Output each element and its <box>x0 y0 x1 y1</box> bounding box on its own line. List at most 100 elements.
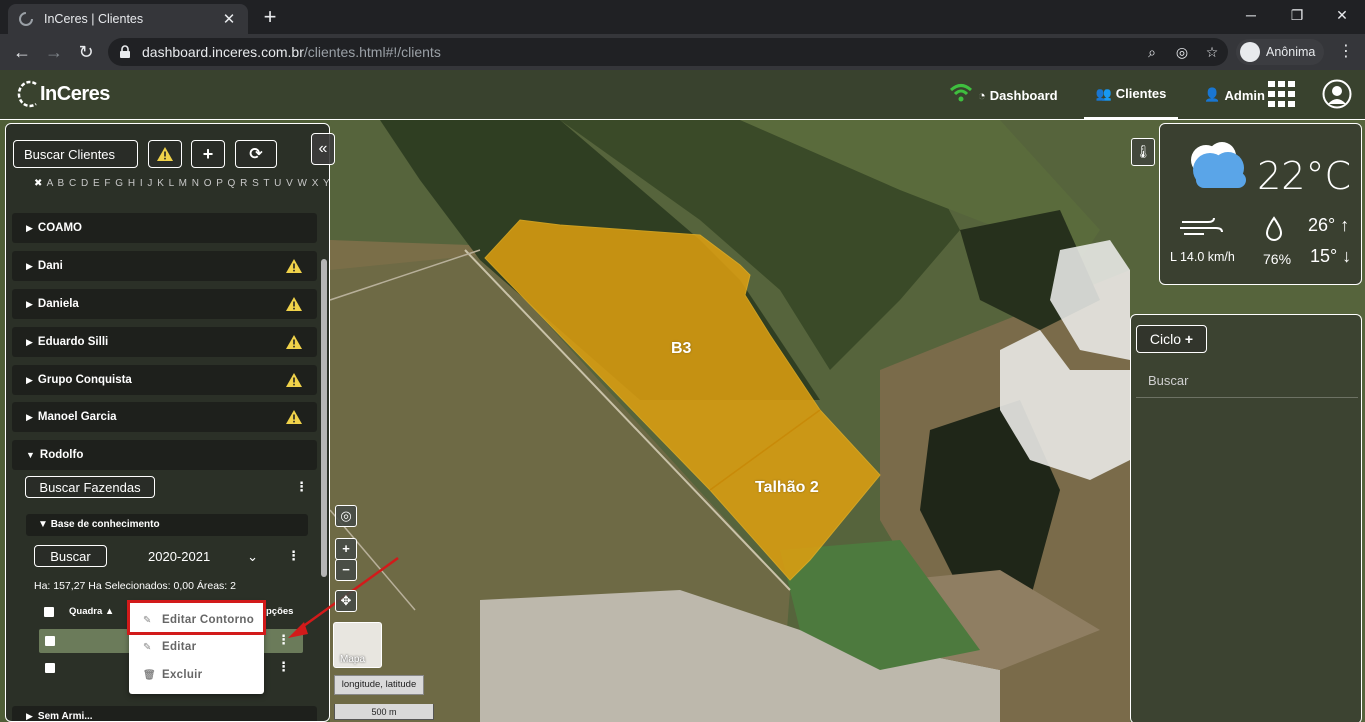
menu-delete[interactable]: 🗑 Excluir <box>129 662 264 688</box>
search-farms-input[interactable]: Buscar Fazendas <box>25 476 155 498</box>
caret-down-icon: ▼ <box>26 450 35 460</box>
humidity-icon <box>1265 216 1283 241</box>
menu-edit[interactable]: ✎ Editar <box>129 634 264 660</box>
season-select[interactable]: 2020-2021 ⌄ <box>148 549 258 569</box>
nav-dashboard[interactable]: ◔ Dashboard <box>978 70 1058 120</box>
forward-icon[interactable]: → <box>42 40 66 64</box>
warning-filter-button[interactable] <box>148 140 182 168</box>
client-item[interactable]: ▶ Manoel Garcia <box>12 402 317 432</box>
clear-filter-icon[interactable]: ✖ <box>34 178 43 189</box>
app-logo[interactable]: InCeres <box>16 79 110 109</box>
refresh-icon: ⟳ <box>249 146 263 163</box>
warning-icon <box>157 147 173 161</box>
app-page: InCeres ◔ Dashboard 👥 Clientes 👤 Admin Busc… <box>0 70 1365 722</box>
url-path: /clientes.html#!/clients <box>303 44 441 60</box>
caret-down-icon: ▼ <box>38 519 51 530</box>
zoom-out-button[interactable]: − <box>335 559 357 581</box>
restore-icon[interactable]: ❐ <box>1274 0 1320 30</box>
profile-button[interactable]: Anônima <box>1236 39 1324 65</box>
back-icon[interactable]: ← <box>10 40 34 64</box>
caret-right-icon: ▶ <box>26 222 33 233</box>
row-checkbox[interactable] <box>45 663 55 673</box>
tracking-blocked-icon[interactable]: ◎ <box>1174 44 1190 60</box>
nav-admin[interactable]: 👤 Admin <box>1204 70 1265 120</box>
field-label-b3[interactable]: B3 <box>671 340 691 358</box>
new-tab-icon[interactable]: + <box>258 5 282 29</box>
wind-speed: L 14.0 km/h <box>1170 250 1235 264</box>
weather-widget: 22°C L 14.0 km/h 76% 26° ↑ 15° ↓ <box>1159 123 1362 285</box>
panel-scrollbar[interactable] <box>321 259 327 577</box>
alphabet-letters[interactable]: A B C D E F G H I J K L M N O P Q R S T … <box>47 178 329 189</box>
menu-delete-label: Excluir <box>162 669 203 681</box>
plus-icon: + <box>202 143 214 164</box>
minimize-icon[interactable]: ─ <box>1228 0 1274 30</box>
humidity: 76% <box>1263 251 1292 267</box>
compass-icon[interactable]: ◎ <box>335 505 357 527</box>
basemap-label: Mapa <box>340 654 366 665</box>
browser-tab[interactable]: InCeres | Clientes ✕ <box>8 4 248 34</box>
browser-menu-icon[interactable]: ⋮ <box>1338 40 1354 64</box>
reload-icon[interactable]: ↻ <box>74 40 98 64</box>
incognito-icon <box>1240 42 1260 62</box>
search-button[interactable]: Buscar <box>34 545 107 567</box>
double-chevron-left-icon: « <box>318 140 328 157</box>
zoom-in-button[interactable]: + <box>335 538 357 560</box>
collapse-panel-button[interactable]: « <box>311 133 335 165</box>
plus-icon: + <box>1184 331 1194 347</box>
search-clients-input[interactable]: Buscar Clientes <box>13 140 138 168</box>
add-cycle-label: Ciclo <box>1149 331 1182 347</box>
refresh-button[interactable]: ⟳ <box>235 140 277 168</box>
tab-title: InCeres | Clientes <box>44 12 144 26</box>
pan-icon[interactable]: ✥ <box>335 590 357 612</box>
row-options-icon[interactable]: ⋮ <box>277 659 290 675</box>
caret-right-icon: ▶ <box>26 298 33 309</box>
zoom-icon[interactable]: ⌕ <box>1144 44 1160 60</box>
nav-clientes[interactable]: 👥 Clientes <box>1083 70 1179 120</box>
field-label-talhao2[interactable]: Talhão 2 <box>755 479 819 497</box>
select-all-checkbox[interactable] <box>44 607 54 617</box>
client-item[interactable]: ▶ COAMO <box>12 213 317 243</box>
bookmark-star-icon[interactable]: ☆ <box>1204 44 1220 60</box>
caret-right-icon: ▶ <box>26 710 33 721</box>
thermometer-icon[interactable]: 🌡 <box>1131 138 1155 166</box>
client-item[interactable]: ▶ Grupo Conquista <box>12 365 317 395</box>
farm-name: Base de conhecimento <box>50 519 160 530</box>
trash-icon: 🗑 <box>143 669 156 681</box>
basemap-toggle[interactable]: Mapa <box>333 622 382 668</box>
add-client-button[interactable]: + <box>191 140 225 168</box>
lock-icon <box>120 45 130 58</box>
coordinates-display: longitude, latitude <box>334 675 424 695</box>
min-temp: 15° ↓ <box>1310 246 1351 267</box>
client-item[interactable]: ▶ Eduardo Silli <box>12 327 317 357</box>
farms-options-icon[interactable]: ⋮ <box>295 479 308 495</box>
browser-toolbar: ← → ↻ dashboard.inceres.com.br/clientes.… <box>0 34 1365 70</box>
cycle-search-input[interactable]: Buscar <box>1136 364 1358 398</box>
client-item-partial[interactable]: ▶ Sem Armi... <box>12 706 317 721</box>
cloudy-icon <box>1191 142 1246 188</box>
row-checkbox[interactable] <box>45 636 55 646</box>
client-item-expanded[interactable]: ▼ Rodolfo <box>12 440 317 470</box>
client-name: Rodolfo <box>39 449 84 461</box>
nav-dashboard-label: Dashboard <box>989 87 1058 103</box>
apps-grid-icon[interactable] <box>1268 81 1296 107</box>
col-quadra[interactable]: Quadra ▲ <box>69 606 114 617</box>
alphabet-filter[interactable]: ✖ A B C D E F G H I J K L M N O P Q R S … <box>34 178 329 189</box>
farm-header[interactable]: ▼ Base de conhecimento <box>26 514 308 536</box>
add-cycle-button[interactable]: Ciclo + <box>1136 325 1207 353</box>
nav-links: ◔ Dashboard 👥 Clientes 👤 Admin <box>952 70 1265 120</box>
user-plus-icon: 👤 <box>1204 87 1221 102</box>
client-item[interactable]: ▶ Daniela <box>12 289 317 319</box>
arrow-down-icon: ↓ <box>1342 246 1352 266</box>
tab-close-icon[interactable]: ✕ <box>220 10 238 28</box>
address-bar[interactable]: dashboard.inceres.com.br/clientes.html#!… <box>108 38 1228 66</box>
chevron-down-icon: ⌄ <box>247 549 258 564</box>
caret-right-icon: ▶ <box>26 336 33 347</box>
min-temp-value: 15° <box>1310 246 1338 266</box>
window-close-icon[interactable]: ✕ <box>1319 0 1365 30</box>
caret-right-icon: ▶ <box>26 260 33 271</box>
client-item[interactable]: ▶ Dani <box>12 251 317 281</box>
app-navbar: InCeres ◔ Dashboard 👥 Clientes 👤 Admin <box>0 70 1365 120</box>
user-avatar-icon[interactable] <box>1322 79 1352 109</box>
warning-icon <box>286 335 302 349</box>
url-host: dashboard.inceres.com.br <box>142 44 304 60</box>
